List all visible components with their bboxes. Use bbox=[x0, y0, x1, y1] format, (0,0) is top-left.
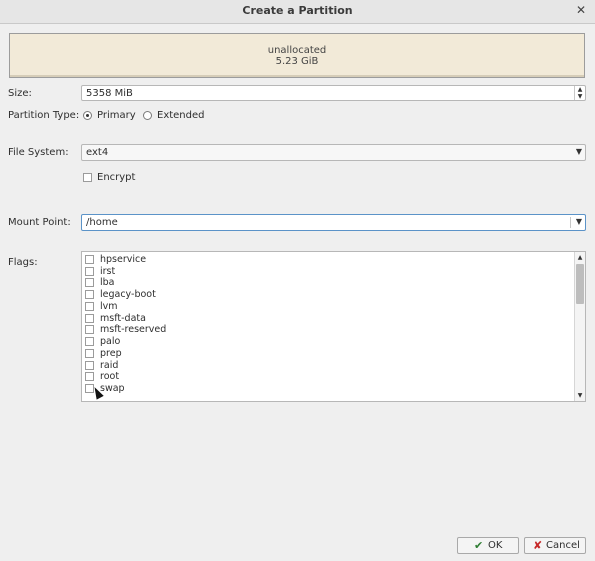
flag-checkbox[interactable] bbox=[85, 302, 94, 311]
flag-label: msft-data bbox=[100, 313, 146, 324]
flags-list[interactable]: hpservice irst lba legacy-boot lvm msft-… bbox=[81, 251, 586, 402]
flag-row[interactable]: lba bbox=[82, 277, 575, 288]
flag-label: lba bbox=[100, 277, 115, 288]
flag-checkbox[interactable] bbox=[85, 314, 94, 323]
flag-label: hpservice bbox=[100, 254, 147, 265]
file-system-value: ext4 bbox=[86, 147, 109, 158]
extended-radio[interactable] bbox=[143, 111, 152, 120]
title-bar: Create a Partition ✕ bbox=[0, 0, 595, 24]
flag-label: palo bbox=[100, 336, 121, 347]
size-value: 5358 MiB bbox=[86, 88, 133, 99]
flag-checkbox[interactable] bbox=[85, 325, 94, 334]
spin-buttons[interactable]: ▲ ▼ bbox=[574, 86, 585, 100]
mount-point-combobox[interactable]: /home ▼ bbox=[81, 214, 586, 231]
check-icon: ✔ bbox=[474, 539, 484, 552]
flag-row[interactable]: root bbox=[82, 371, 575, 382]
file-system-label: File System: bbox=[8, 147, 69, 158]
file-system-dropdown[interactable]: ext4 ▼ bbox=[81, 144, 586, 161]
flag-row[interactable]: legacy-boot bbox=[82, 289, 575, 300]
flag-checkbox[interactable] bbox=[85, 361, 94, 370]
flag-label: lvm bbox=[100, 301, 118, 312]
flag-label: prep bbox=[100, 348, 122, 359]
flag-checkbox[interactable] bbox=[85, 278, 94, 287]
flags-label: Flags: bbox=[8, 257, 38, 268]
encrypt-label[interactable]: Encrypt bbox=[97, 172, 135, 183]
scrollbar-thumb[interactable] bbox=[576, 264, 584, 304]
extended-radio-label[interactable]: Extended bbox=[157, 110, 205, 121]
partition-name: unallocated bbox=[267, 45, 327, 56]
flag-checkbox[interactable] bbox=[85, 337, 94, 346]
flag-label: legacy-boot bbox=[100, 289, 156, 300]
flag-label: root bbox=[100, 371, 120, 382]
chevron-down-icon: ▼ bbox=[575, 147, 582, 156]
combo-separator bbox=[570, 217, 571, 228]
primary-radio[interactable] bbox=[83, 111, 92, 120]
cancel-button[interactable]: ✘ Cancel bbox=[524, 537, 586, 554]
mount-point-label: Mount Point: bbox=[8, 217, 71, 228]
close-icon[interactable]: ✕ bbox=[576, 3, 586, 17]
flag-checkbox[interactable] bbox=[85, 349, 94, 358]
flags-scrollbar[interactable]: ▲ ▼ bbox=[574, 252, 585, 401]
flag-checkbox[interactable] bbox=[85, 290, 94, 299]
primary-radio-label[interactable]: Primary bbox=[97, 110, 136, 121]
mount-point-value: /home bbox=[86, 217, 118, 228]
flag-row[interactable]: msft-data bbox=[82, 313, 575, 324]
size-spinbox[interactable]: 5358 MiB ▲ ▼ bbox=[81, 85, 586, 101]
flag-checkbox[interactable] bbox=[85, 267, 94, 276]
spin-down-icon[interactable]: ▼ bbox=[575, 93, 585, 100]
flag-row[interactable]: irst bbox=[82, 266, 575, 277]
size-label: Size: bbox=[8, 88, 32, 99]
cancel-icon: ✘ bbox=[533, 539, 543, 552]
scroll-down-icon[interactable]: ▼ bbox=[575, 392, 585, 399]
flag-row[interactable]: msft-reserved bbox=[82, 324, 575, 335]
ok-button-label: OK bbox=[488, 540, 503, 551]
scroll-up-icon[interactable]: ▲ bbox=[575, 254, 585, 261]
flag-checkbox[interactable] bbox=[85, 255, 94, 264]
flag-row[interactable]: palo bbox=[82, 336, 575, 347]
flag-row[interactable]: prep bbox=[82, 348, 575, 359]
flag-label: irst bbox=[100, 266, 116, 277]
flag-label: msft-reserved bbox=[100, 324, 167, 335]
partition-size: 5.23 GiB bbox=[275, 56, 319, 67]
flag-label: swap bbox=[100, 383, 125, 394]
flag-checkbox[interactable] bbox=[85, 372, 94, 381]
flag-row[interactable]: raid bbox=[82, 360, 575, 371]
flag-row[interactable]: hpservice bbox=[82, 254, 575, 265]
flag-label: raid bbox=[100, 360, 119, 371]
ok-button[interactable]: ✔ OK bbox=[457, 537, 519, 554]
window-title: Create a Partition bbox=[242, 4, 353, 17]
spin-up-icon[interactable]: ▲ bbox=[575, 86, 585, 93]
chevron-down-icon[interactable]: ▼ bbox=[576, 217, 582, 226]
partition-type-label: Partition Type: bbox=[8, 110, 80, 121]
cancel-button-label: Cancel bbox=[546, 540, 580, 551]
encrypt-checkbox[interactable] bbox=[83, 173, 92, 182]
partition-preview: unallocated 5.23 GiB bbox=[9, 33, 585, 78]
flag-row[interactable]: swap bbox=[82, 383, 575, 394]
flag-row[interactable]: lvm bbox=[82, 301, 575, 312]
